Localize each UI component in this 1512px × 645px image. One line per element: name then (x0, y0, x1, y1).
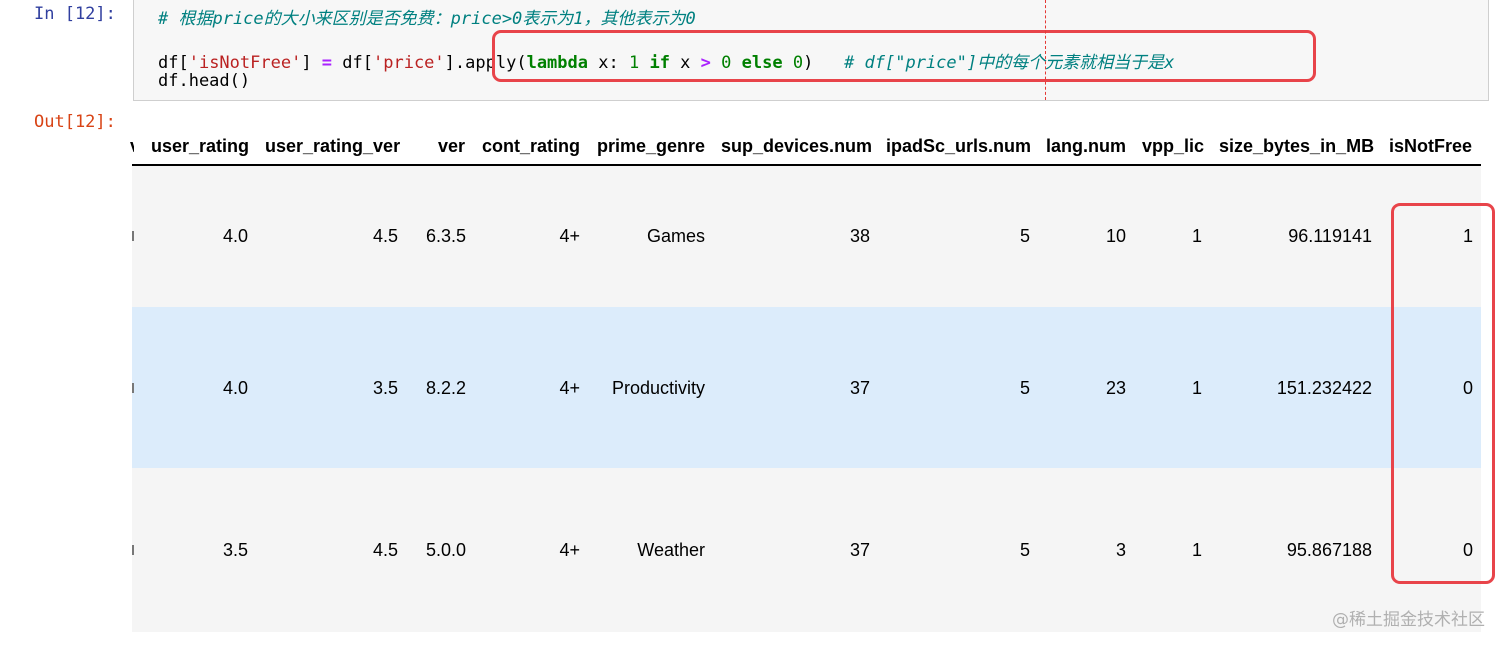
output-prompt: Out[12]: (34, 112, 116, 132)
table-row: 4.0 3.5 8.2.2 4+ Productivity 37 5 23 1 … (132, 307, 1481, 468)
cell: 6.3.5 (425, 226, 466, 246)
cell: Games (646, 226, 705, 246)
cell: 5 (1019, 226, 1030, 246)
cell: 38 (849, 226, 870, 246)
header-ipadsc-urls: ipadSc_urls.num (886, 136, 1032, 156)
input-prompt: In [12]: (34, 4, 116, 24)
watermark: @稀土掘金技术社区 (1332, 610, 1485, 630)
cell: 3 (1115, 540, 1126, 560)
cell: Productivity (611, 378, 705, 398)
cell: 1 (1191, 378, 1202, 398)
cell: 23 (1105, 378, 1126, 398)
index-fragment (132, 231, 136, 241)
cell: 4+ (559, 378, 580, 398)
cell: 10 (1105, 226, 1126, 246)
index-fragment (132, 383, 136, 393)
header-ver: ver (438, 136, 466, 156)
cell: 8.2.2 (425, 378, 466, 398)
table-row: 4.0 4.5 6.3.5 4+ Games 38 5 10 1 96.1191… (132, 166, 1481, 307)
header-user-rating: user_rating (151, 136, 250, 156)
header-lang-num: lang.num (1046, 136, 1126, 156)
cell: 3.5 (372, 378, 398, 398)
cell: 5.0.0 (425, 540, 466, 560)
cell: 4.5 (372, 540, 398, 560)
cell: 4+ (559, 226, 580, 246)
index-fragment (132, 545, 136, 555)
header-user-rating-ver: user_rating_ver (265, 136, 401, 156)
cell: 37 (849, 540, 870, 560)
cell: 4.5 (372, 226, 398, 246)
cell: 5 (1019, 378, 1030, 398)
cell: 4.0 (222, 378, 248, 398)
code-line-head: df.head() (158, 71, 251, 91)
cell: 37 (849, 378, 870, 398)
table-header: v user_rating user_rating_ver ver cont_r… (130, 130, 1482, 164)
cell: 96.119141 (1288, 226, 1372, 246)
header-isnotfree: isNotFree (1389, 136, 1473, 156)
cell: 95.867188 (1286, 540, 1372, 560)
cell: Weather (637, 540, 705, 560)
code-comment-line: # 根据price的大小来区别是否免费：price>0表示为1，其他表示为0 (158, 9, 696, 29)
highlight-box-code (492, 30, 1316, 82)
header-fragment: v (130, 136, 134, 157)
highlight-box-isnotfree (1391, 203, 1495, 584)
header-size-bytes: size_bytes_in_MB (1219, 136, 1375, 156)
table-row: 3.5 4.5 5.0.0 4+ Weather 37 5 3 1 95.867… (132, 468, 1481, 632)
cell: 4.0 (222, 226, 248, 246)
cell: 3.5 (222, 540, 248, 560)
header-vpp-lic: vpp_lic (1142, 136, 1205, 156)
cell: 1 (1191, 226, 1202, 246)
ruler-line (1045, 0, 1046, 100)
header-sup-devices: sup_devices.num (721, 136, 873, 156)
cell: 4+ (559, 540, 580, 560)
cell: 5 (1019, 540, 1030, 560)
cell: 1 (1191, 540, 1202, 560)
header-prime-genre: prime_genre (597, 136, 706, 156)
header-cont-rating: cont_rating (482, 136, 581, 156)
cell: 151.232422 (1276, 378, 1372, 398)
